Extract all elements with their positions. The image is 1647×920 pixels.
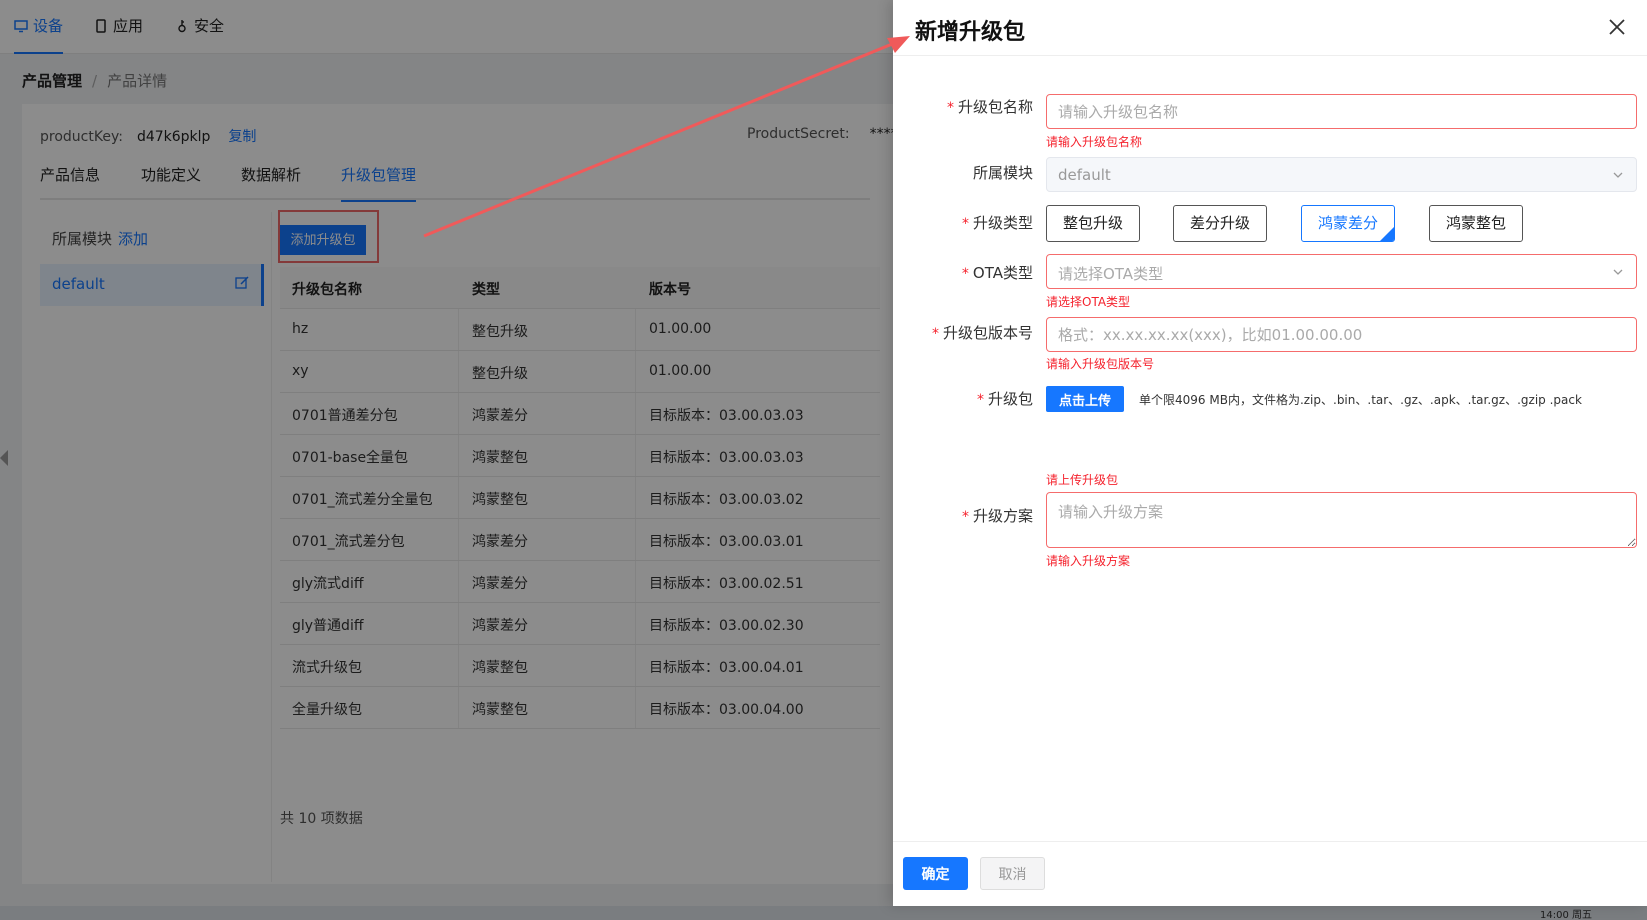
ota-type-select[interactable]: 请选择OTA类型: [1046, 254, 1637, 289]
upload-button[interactable]: 点击上传: [1046, 386, 1124, 412]
plan-field-label-text: 升级方案: [972, 507, 1033, 525]
required-mark: *: [931, 326, 939, 342]
package-upload-error: 请上传升级包: [1046, 473, 1119, 487]
package-name-error: 请输入升级包名称: [1046, 135, 1143, 149]
type-field-label-text: 升级类型: [972, 214, 1033, 232]
ota-field-label: * OTA类型: [893, 262, 1033, 283]
package-field-label-text: 升级包: [987, 390, 1033, 408]
add-package-drawer: 新增升级包 *升级包名称 请输入升级包名称 所属模块 default *升级类型…: [893, 0, 1647, 906]
version-field-label: * 升级包版本号: [893, 322, 1033, 343]
plan-field-label: * 升级方案: [893, 505, 1033, 526]
type-field-label: * 升级类型: [893, 212, 1033, 233]
upgrade-plan-textarea[interactable]: [1046, 492, 1637, 548]
type-option-diff[interactable]: 差分升级: [1173, 205, 1267, 242]
upgrade-plan-error: 请输入升级方案: [1046, 554, 1131, 568]
module-field-label: 所属模块: [972, 164, 1033, 182]
package-version-error: 请输入升级包版本号: [1046, 357, 1155, 371]
name-field-label: * 升级包名称: [893, 96, 1033, 117]
required-mark: *: [961, 216, 969, 232]
type-option-full[interactable]: 整包升级: [1046, 205, 1140, 242]
chevron-down-icon: [1613, 172, 1623, 178]
drawer-footer-divider: [893, 841, 1647, 842]
cancel-button[interactable]: 取消: [980, 857, 1045, 890]
type-option-label: 鸿蒙差分: [1317, 214, 1378, 232]
drawer-divider: [893, 55, 1647, 56]
required-mark: *: [961, 509, 969, 525]
ota-field-label-text: OTA类型: [972, 264, 1033, 282]
collapse-arrow-icon[interactable]: [0, 450, 8, 466]
type-option-harmony-diff[interactable]: 鸿蒙差分: [1301, 205, 1395, 242]
package-name-input[interactable]: [1046, 94, 1637, 129]
package-version-input[interactable]: [1046, 317, 1637, 352]
selected-check-icon: [1380, 227, 1394, 241]
upload-hint: 单个限4096 MB内，文件格为.zip、.bin、.tar、.gz、.apk、…: [1139, 393, 1582, 407]
type-option-harmony-full[interactable]: 鸿蒙整包: [1429, 205, 1523, 242]
confirm-button[interactable]: 确定: [903, 857, 968, 890]
ota-type-error: 请选择OTA类型: [1046, 295, 1131, 309]
close-icon[interactable]: [1606, 16, 1628, 38]
drawer-title: 新增升级包: [915, 20, 1026, 45]
required-mark: *: [961, 266, 969, 282]
version-field-label-text: 升级包版本号: [942, 324, 1033, 342]
module-select: default: [1046, 157, 1637, 192]
ota-type-placeholder: 请选择OTA类型: [1058, 265, 1164, 283]
package-field-label: * 升级包: [893, 388, 1033, 409]
required-mark: *: [946, 100, 954, 116]
module-select-value: default: [1058, 166, 1111, 184]
name-field-label-text: 升级包名称: [957, 98, 1033, 116]
required-mark: *: [976, 392, 984, 408]
chevron-down-icon: [1613, 269, 1623, 275]
